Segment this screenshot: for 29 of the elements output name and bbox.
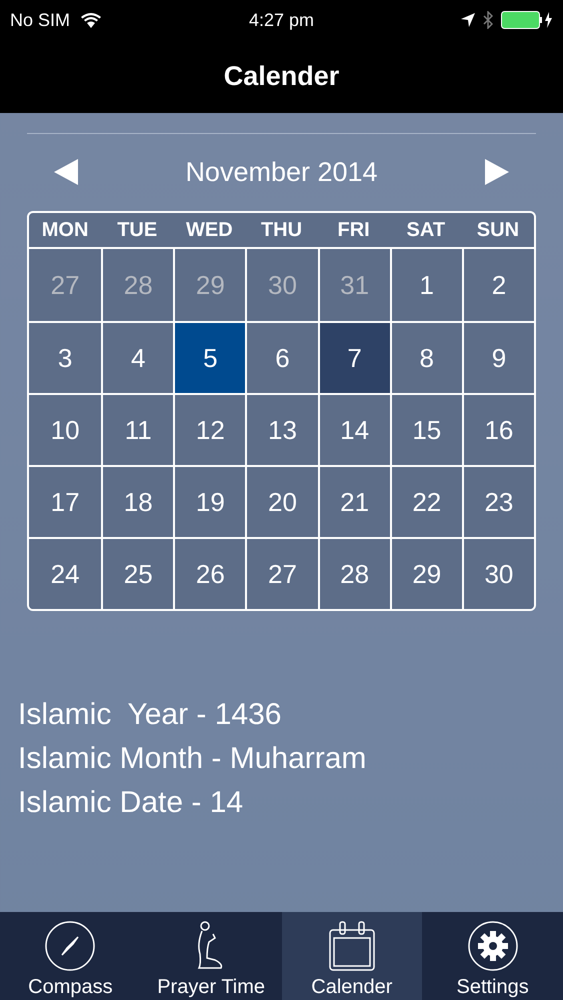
compass-icon xyxy=(44,920,96,972)
settings-icon xyxy=(466,920,519,972)
bluetooth-icon xyxy=(483,11,493,29)
day-cell[interactable]: 5 xyxy=(173,323,246,393)
screen-title: Calender xyxy=(224,60,340,94)
status-time: 4:27 pm xyxy=(248,8,314,32)
weekday-label: TUE xyxy=(116,218,158,243)
tab-bar-item[interactable]: Prayer Time xyxy=(140,912,282,1000)
weekday-label: MON xyxy=(40,218,90,243)
weekday-label: SUN xyxy=(476,218,520,243)
month-title: November 2014 xyxy=(185,156,378,189)
weekday-label: FRI xyxy=(336,218,371,243)
tab-bar-item[interactable]: Calender xyxy=(282,912,422,1000)
islamic-date-line: Islamic Date - 14 xyxy=(18,785,244,820)
wifi-icon xyxy=(80,12,102,28)
day-cell[interactable]: 30 xyxy=(462,539,534,609)
location-arrow-icon xyxy=(461,13,475,27)
islamic-date-line: Islamic Month - Muharram xyxy=(18,741,368,776)
islamic-date-line: Islamic Year - 1436 xyxy=(18,697,282,732)
previous-month-button[interactable] xyxy=(53,159,79,185)
weekday-label: SAT xyxy=(406,218,446,243)
carrier-label: No SIM xyxy=(10,8,70,32)
weekday-label: WED xyxy=(185,218,234,243)
day-cell[interactable]: 7 xyxy=(318,323,390,393)
battery-icon xyxy=(501,11,553,29)
tab-bar-item[interactable]: Settings xyxy=(422,912,563,1000)
weekday-label: THU xyxy=(260,218,304,243)
next-month-button[interactable] xyxy=(484,159,510,185)
tab-bar-item[interactable]: Compass xyxy=(0,912,141,1000)
